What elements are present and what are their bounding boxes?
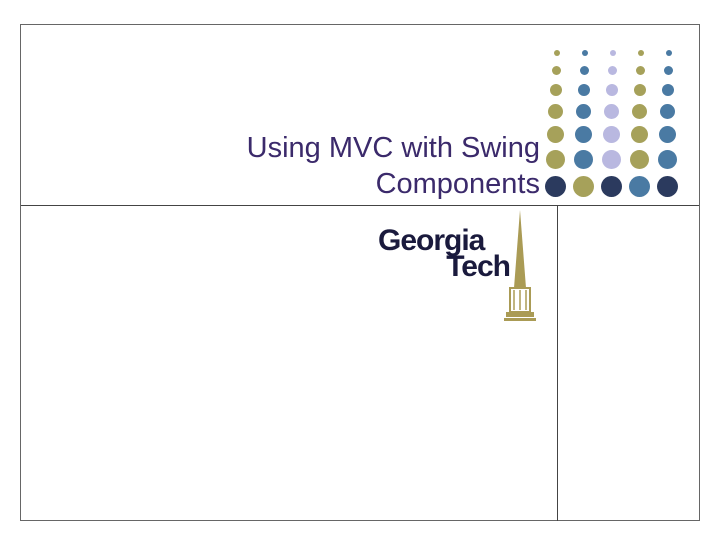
title-line-1: Using MVC with Swing [55, 130, 540, 166]
tech-tower-icon [500, 210, 540, 330]
slide-title: Using MVC with Swing Components [55, 130, 540, 203]
vertical-divider [557, 205, 558, 521]
slide-page: Using MVC with Swing Components Georgia … [0, 0, 720, 557]
horizontal-divider [21, 205, 699, 206]
title-line-2: Components [55, 166, 540, 202]
slide-frame [20, 24, 700, 521]
